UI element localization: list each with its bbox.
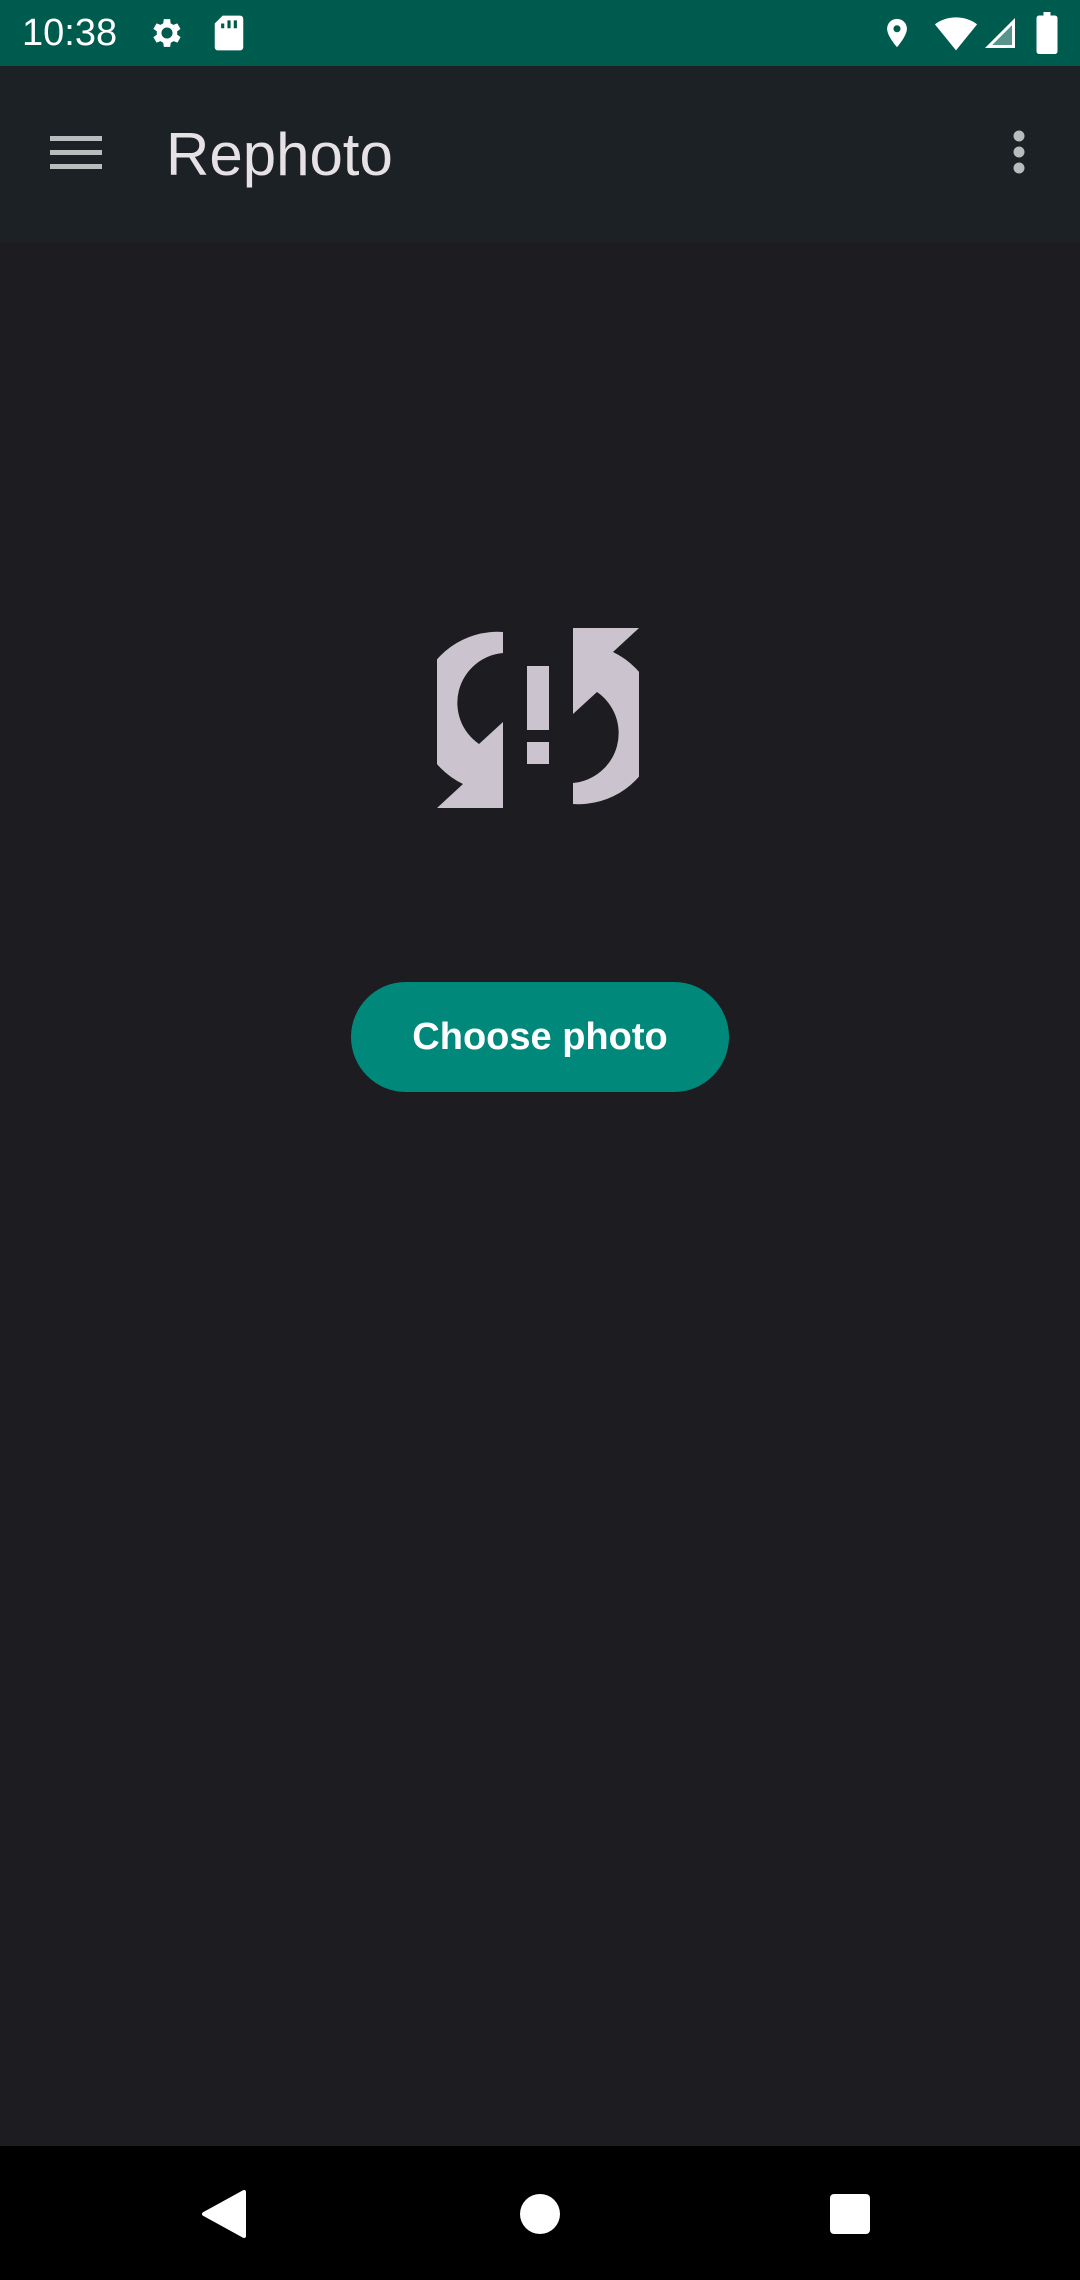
sd-card-icon	[212, 14, 246, 52]
back-icon[interactable]	[200, 2190, 246, 2238]
home-icon[interactable]	[518, 2192, 562, 2236]
wifi-icon	[934, 14, 978, 52]
status-time: 10:38	[22, 12, 118, 54]
menu-button[interactable]	[40, 116, 112, 188]
location-icon	[880, 13, 914, 53]
app-bar: Rephoto	[0, 66, 1080, 242]
main-content: Choose photo	[0, 242, 1080, 2146]
navigation-bar	[0, 2146, 1080, 2280]
app-title: Rephoto	[166, 121, 393, 188]
status-bar: 10:38	[0, 0, 1080, 66]
choose-photo-button[interactable]: Choose photo	[351, 982, 729, 1092]
hamburger-menu-icon	[50, 136, 102, 169]
recents-icon[interactable]	[828, 2192, 872, 2236]
sync-problem-icon	[437, 628, 639, 808]
cell-signal-icon	[982, 14, 1018, 52]
more-vert-icon	[1013, 130, 1025, 174]
overflow-menu-button[interactable]	[998, 116, 1040, 188]
gear-icon	[148, 14, 186, 52]
battery-icon	[1036, 12, 1058, 54]
